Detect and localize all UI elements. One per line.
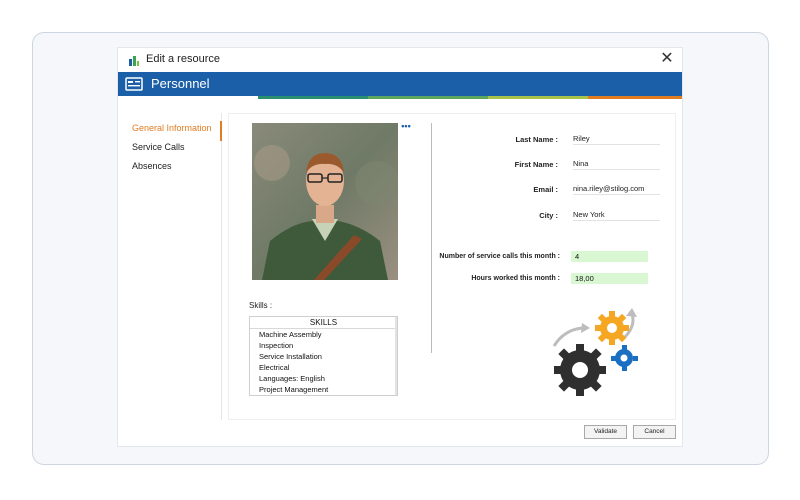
service-calls-count-label: Number of service calls this month : xyxy=(439,253,560,260)
email-label: Email : xyxy=(533,185,558,194)
color-strip xyxy=(488,96,588,99)
last-name-label: Last Name : xyxy=(515,135,558,144)
personnel-banner: Personnel xyxy=(118,72,682,99)
cancel-button[interactable]: Cancel xyxy=(633,425,676,439)
list-item[interactable]: Project Management xyxy=(250,384,397,395)
app-logo-icon xyxy=(129,56,139,66)
city-label: City : xyxy=(539,211,558,220)
color-strip xyxy=(368,96,488,99)
vertical-divider xyxy=(431,123,432,353)
close-icon: ✕ xyxy=(660,50,674,67)
city-field[interactable]: New York xyxy=(573,208,660,221)
hours-worked-label: Hours worked this month : xyxy=(471,275,560,282)
active-indicator xyxy=(220,121,222,141)
skills-header: SKILLS xyxy=(250,317,397,329)
list-item[interactable]: Inspection xyxy=(250,340,397,351)
skills-list[interactable]: SKILLS Machine Assembly Inspection Servi… xyxy=(249,316,398,396)
color-strip xyxy=(258,96,368,99)
resource-photo xyxy=(252,123,398,280)
sidebar: General Information Service Calls Absenc… xyxy=(125,113,222,420)
first-name-field[interactable]: Nina xyxy=(573,157,660,170)
first-name-label: First Name : xyxy=(514,160,558,169)
dialog-titlebar: Edit a resource ✕ xyxy=(118,48,682,72)
dialog-title: Edit a resource xyxy=(146,53,220,65)
last-name-field[interactable]: Riley xyxy=(573,132,660,145)
sidebar-item-general-information[interactable]: General Information xyxy=(132,123,212,133)
service-calls-count-field: 4 xyxy=(571,251,648,262)
banner-title: Personnel xyxy=(151,76,210,91)
skills-label: Skills : xyxy=(249,301,273,310)
gears-illustration-icon xyxy=(552,308,638,396)
list-item[interactable]: Machine Assembly xyxy=(250,329,397,340)
edit-resource-dialog: Edit a resource ✕ Personnel General Info… xyxy=(118,48,682,446)
list-item[interactable]: Electrical xyxy=(250,362,397,373)
sidebar-item-absences[interactable]: Absences xyxy=(132,161,172,171)
color-strip xyxy=(588,96,682,99)
skills-scrollbar[interactable] xyxy=(395,317,397,395)
sidebar-item-service-calls[interactable]: Service Calls xyxy=(132,142,185,152)
validate-button[interactable]: Validate xyxy=(584,425,627,439)
hours-worked-field: 18,00 xyxy=(571,273,648,284)
id-card-icon xyxy=(125,77,143,91)
list-item[interactable]: Languages: English xyxy=(250,373,397,384)
close-button[interactable]: ✕ xyxy=(658,50,676,68)
photo-options-button[interactable]: ••• xyxy=(400,122,412,131)
email-field[interactable]: nina.riley@stilog.com xyxy=(573,182,660,195)
list-item[interactable]: Service Installation xyxy=(250,351,397,362)
